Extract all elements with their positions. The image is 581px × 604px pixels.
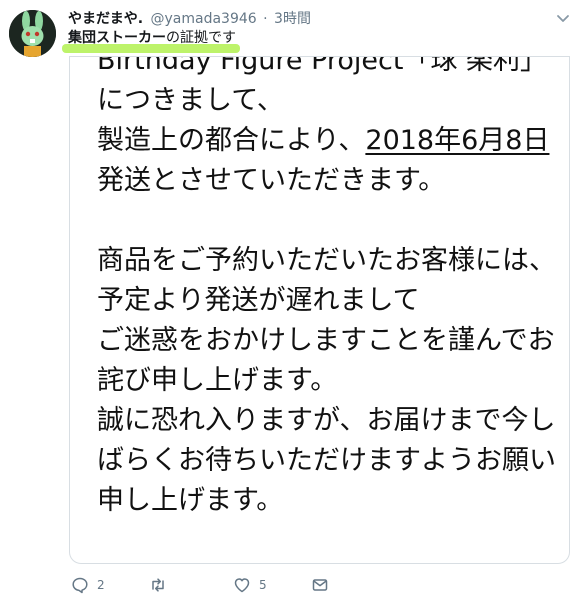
retweet-icon <box>152 578 164 592</box>
media-text-line: 商品をご予約いただいたお客様には、 <box>97 245 556 276</box>
avatar-rabbit-icon <box>9 10 56 57</box>
user-handle[interactable]: @yamada3946 <box>151 11 257 27</box>
direct-message-button[interactable] <box>311 574 329 596</box>
media-text-line: ばらくお待ちいただけますようお願い <box>97 445 556 476</box>
media-text-line: 誠に恐れ入りますが、お届けまで今し <box>97 405 556 436</box>
ship-date: 2018年6月8日 <box>365 125 550 156</box>
tweet-text-rest: の証拠です <box>166 30 236 46</box>
media-text-line: 発送とさせていただきます。 <box>97 165 446 196</box>
separator-dot: · <box>263 11 268 27</box>
tweet-timestamp[interactable]: 3時間 <box>274 11 311 27</box>
media-text-line: 申し上げます。 <box>97 485 284 516</box>
tweet-text: 集団ストーカーの証拠です <box>68 29 236 48</box>
media-text-line: ご迷惑をおかけしますことを謹んでお <box>97 325 555 356</box>
media-text-line: また配送会社の状況により、弊社より <box>97 561 556 563</box>
media-text-line: につきまして、 <box>97 85 284 116</box>
media-text-line <box>97 521 556 561</box>
like-button[interactable]: 5 <box>233 574 267 596</box>
reply-button[interactable]: 2 <box>71 574 105 596</box>
media-text-line: 予定より発送が遅れまして <box>97 285 420 316</box>
like-count: 5 <box>259 578 267 592</box>
tweet-text-bold: 集団ストーカー <box>68 30 166 46</box>
media-text-line: 製造上の都合により、2018年6月8日 <box>97 121 556 161</box>
tweet: やまだまや. @yamada3946 · 3時間 集団ストーカーの証拠です Bi… <box>0 0 581 604</box>
media-text-line: 詫び申し上げます。 <box>97 365 338 396</box>
reply-icon <box>72 577 88 594</box>
reply-count: 2 <box>97 578 105 592</box>
tweet-media-image[interactable]: Birthday Figure Project「球 楽利」につきまして、製造上の… <box>69 56 570 564</box>
media-text-block: Birthday Figure Project「球 楽利」につきまして、製造上の… <box>97 56 556 563</box>
like-icon <box>234 578 250 593</box>
tweet-actions: 2 5 <box>69 574 369 596</box>
media-text-segment: 製造上の都合により、 <box>97 125 366 156</box>
chevron-down-icon[interactable] <box>555 12 571 26</box>
dm-icon <box>312 579 328 591</box>
media-text-line <box>97 201 556 241</box>
avatar[interactable] <box>9 10 56 57</box>
media-text-line: Birthday Figure Project「球 楽利」 <box>97 56 548 76</box>
display-name[interactable]: やまだまや. <box>68 11 143 27</box>
tweet-header: やまだまや. @yamada3946 · 3時間 <box>68 9 551 29</box>
retweet-button[interactable] <box>149 574 175 596</box>
